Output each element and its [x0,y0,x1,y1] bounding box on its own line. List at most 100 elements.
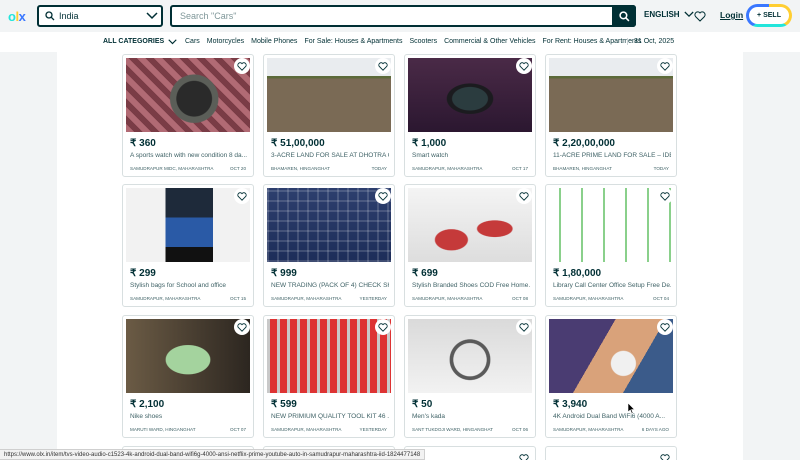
listing-image[interactable] [126,58,250,132]
listing-image[interactable] [408,58,532,132]
listing-date: Oct 08 [512,296,528,301]
category-link-houses-sale[interactable]: For Sale: Houses & Apartments [304,38,402,45]
listing-location: Bhamaren, Hinganghat [271,166,330,171]
listing-title: A sports watch with new condition 8 da..… [130,152,248,159]
all-categories-label: ALL CATEGORIES [103,38,165,45]
listing-price: ₹ 299 [130,268,156,279]
listing-card[interactable]: ₹ 2,20,00,000 11-ACRE PRIME LAND FOR SALE… [545,54,677,177]
listing-date: Today [371,166,387,171]
listing-image[interactable] [549,188,673,262]
listing-image[interactable] [267,319,391,393]
listing-title: Library Call Center Office Setup Free De… [553,282,671,289]
listing-card[interactable]: ₹ 50 Men's kada Sant Tukdoji Ward, Hingang… [404,315,536,438]
listing-card[interactable]: ₹ 599 NEW PRIMIUM QUALITY TOOL KIT 46 ...… [263,315,395,438]
location-value: India [59,11,79,21]
favourite-heart-icon[interactable] [375,188,391,204]
listing-location: Samudrapur, Maharashtra [271,296,342,301]
favourite-heart-icon[interactable] [516,188,532,204]
favourite-heart-icon[interactable] [516,450,532,460]
listing-card[interactable]: ₹ 3,940 4K Android Dual Band WiFi6 (4000 … [545,315,677,438]
favourite-heart-icon[interactable] [657,188,673,204]
listing-card[interactable]: ₹ 51,00,000 3-ACRE LAND FOR SALE AT DHOTR… [263,54,395,177]
listing-image[interactable] [126,319,250,393]
listing-price: ₹ 360 [130,138,156,149]
sell-label: SELL [763,12,781,19]
plus-icon: + [757,12,762,19]
favourite-heart-icon[interactable] [657,319,673,335]
category-link-scooters[interactable]: Scooters [409,38,437,45]
favourite-heart-icon[interactable] [516,319,532,335]
chevron-down-icon [683,11,694,18]
favourite-heart-icon[interactable] [375,58,391,74]
listing-image[interactable] [267,188,391,262]
favourites-heart-icon[interactable] [694,9,706,27]
listing-image[interactable] [549,319,673,393]
favourite-heart-icon[interactable] [516,58,532,74]
browser-status-url: https://www.olx.in/item/tvs-video-audio-… [0,449,426,460]
listing-card[interactable]: ₹ 999 NEW TRADING (PACK OF 4) CHECK SH...… [263,184,395,307]
listing-title: NEW TRADING (PACK OF 4) CHECK SH... [271,282,389,289]
chevron-down-icon [168,38,177,44]
listing-price: ₹ 599 [271,399,297,410]
chevron-down-icon[interactable] [143,12,161,20]
listing-price: ₹ 2,100 [130,399,165,410]
location-selector[interactable]: India [37,5,163,27]
listing-image[interactable] [126,188,250,262]
mouse-cursor-icon [627,401,636,419]
listing-card[interactable]: ₹ 1,80,000 Library Call Center Office Set… [545,184,677,307]
all-categories-dropdown[interactable]: ALL CATEGORIES [103,38,177,45]
listing-title: Smart watch [412,152,449,159]
category-link-cars[interactable]: Cars [185,38,200,45]
favourite-heart-icon[interactable] [657,450,673,460]
favourite-heart-icon[interactable] [234,188,250,204]
listing-price: ₹ 1,000 [412,138,447,149]
listing-title: Men's kada [412,413,446,420]
category-link-commercial-vehicles[interactable]: Commercial & Other Vehicles [444,38,535,45]
listing-title: NEW PRIMIUM QUALITY TOOL KIT 46 ... [271,413,389,420]
listing-price: ₹ 3,940 [553,399,588,410]
listing-image[interactable] [408,188,532,262]
listing-date: Oct 07 [230,427,246,432]
favourite-heart-icon[interactable] [657,58,673,74]
category-link-motorcycles[interactable]: Motorcycles [207,38,244,45]
listing-location: Samudrapur, Maharashtra [271,427,342,432]
listing-card[interactable]: ₹ 699 Stylish Branded Shoes COD Free Home… [404,184,536,307]
listing-date: Yesterday [359,427,387,432]
listing-card[interactable] [545,446,677,460]
listing-image[interactable] [408,319,532,393]
olx-logo[interactable]: olx [8,9,26,24]
listing-price: ₹ 1,80,000 [553,268,602,279]
listing-price: ₹ 699 [412,268,438,279]
listing-location: Samudrapur, Maharashtra [412,166,483,171]
listing-date: Yesterday [359,296,387,301]
login-link[interactable]: Login [720,10,743,20]
listing-card[interactable]: ₹ 360 A sports watch with new condition 8… [122,54,254,177]
listing-card[interactable]: ₹ 2,100 Nike shoes Maruti Ward, Hinganghat… [122,315,254,438]
listing-title: Stylish Branded Shoes COD Free Home... [412,282,530,289]
listing-image[interactable] [549,58,673,132]
listing-location: Maruti Ward, Hinganghat [130,427,196,432]
favourite-heart-icon[interactable] [234,319,250,335]
listing-location: Samudrapur, Maharashtra [412,296,483,301]
search-icon [41,11,59,21]
category-link-mobile-phones[interactable]: Mobile Phones [251,38,297,45]
listing-date: Oct 15 [230,296,246,301]
listing-title: 11-ACRE PRIME LAND FOR SALE – IDE... [553,152,671,159]
favourite-heart-icon[interactable] [375,319,391,335]
listing-location: Samudrapur, Maharashtra [553,427,624,432]
listing-card[interactable]: ₹ 1,000 Smart watch Samudrapur, Maharashtr… [404,54,536,177]
sell-button[interactable]: + SELL [746,4,792,27]
search-input[interactable] [172,7,612,25]
listing-date: 6 days ago [641,427,669,432]
listing-title: 3-ACRE LAND FOR SALE AT DHOTRA C... [271,152,389,159]
listing-card[interactable]: ₹ 299 Stylish bags for School and office S… [122,184,254,307]
language-selector[interactable]: ENGLISH [644,10,694,19]
listing-date: Today [653,166,669,171]
favourite-heart-icon[interactable] [234,58,250,74]
search-button[interactable] [612,5,636,27]
current-date: 31 Oct, 2025 [627,38,674,45]
right-gutter [743,52,800,460]
category-bar: ALL CATEGORIES Cars Motorcycles Mobile P… [0,32,800,52]
listing-image[interactable] [267,58,391,132]
listing-location: Samudrapur, Maharashtra [130,296,201,301]
